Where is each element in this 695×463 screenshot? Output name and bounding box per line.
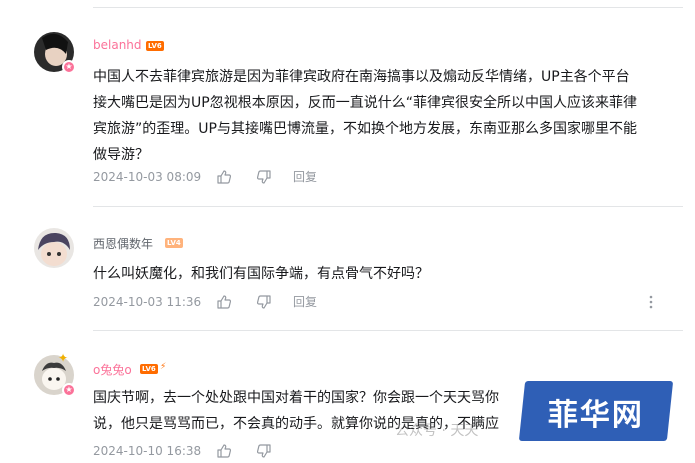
level-badge: LV6 [146, 41, 164, 51]
dislike-icon[interactable] [256, 169, 272, 185]
avatar[interactable]: ★ [34, 32, 76, 74]
level-badge: LV6 [140, 364, 158, 374]
top-divider [93, 7, 683, 8]
pendant-icon: ✦ [58, 351, 69, 365]
reply-button[interactable]: 回复 [293, 294, 317, 310]
watermark: 公众号 · 天天 [395, 423, 479, 439]
comment-date: 2024-10-03 08:09 [93, 170, 202, 184]
logo-text: 菲华网 [547, 398, 644, 433]
reply-button[interactable]: 回复 [293, 169, 317, 185]
site-logo: 菲华网 [518, 381, 674, 441]
avatar[interactable]: ✦ ★ [34, 351, 76, 397]
comment-text: 什么叫妖魔化，和我们有国际争端，有点骨气不好吗？ [93, 266, 429, 282]
comment-divider [93, 330, 683, 331]
username[interactable]: 西恩偶数年 [93, 235, 153, 252]
comment-date: 2024-10-03 11:36 [93, 295, 202, 309]
lightning-icon: ⚡ [160, 362, 167, 372]
verified-icon: ★ [62, 60, 76, 74]
level-badge: LV4 [165, 238, 183, 248]
verified-icon: ★ [62, 383, 76, 397]
more-options-icon[interactable] [645, 294, 657, 310]
username[interactable]: belanhd [93, 38, 142, 52]
avatar[interactable] [34, 228, 74, 268]
like-icon[interactable] [216, 294, 232, 310]
comment-text: 中国人不去菲律宾旅游是因为菲律宾政府在南海搞事以及煽动反华情绪，UP主各个平台 … [93, 69, 637, 163]
like-icon[interactable] [216, 169, 232, 185]
username[interactable]: o兔兔o [93, 361, 132, 378]
comment-divider [93, 206, 683, 207]
dislike-icon[interactable] [256, 294, 272, 310]
